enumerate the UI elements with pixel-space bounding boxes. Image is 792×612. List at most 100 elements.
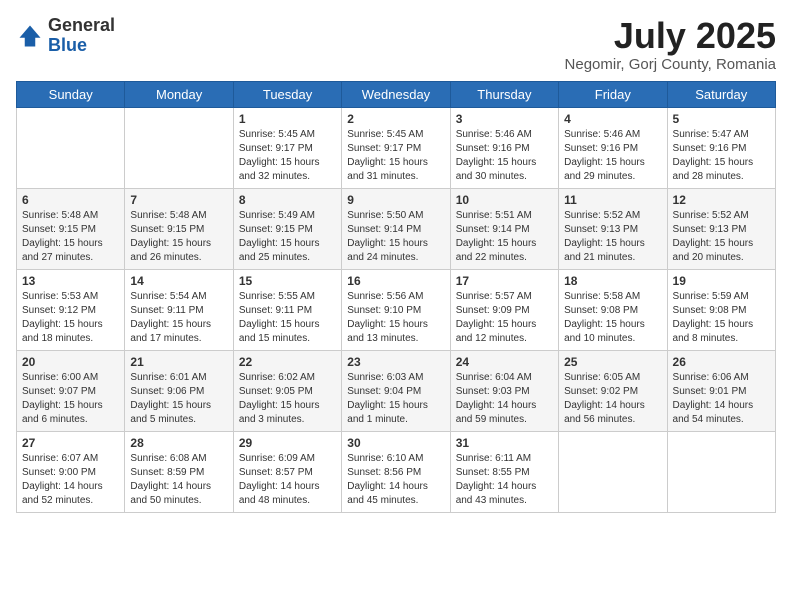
day-number: 23 bbox=[347, 355, 444, 369]
calendar-cell: 1Sunrise: 5:45 AM Sunset: 9:17 PM Daylig… bbox=[233, 107, 341, 188]
calendar-cell: 19 Sunrise: 5:59 AM Sunset: 9:08 PM Dayli… bbox=[667, 269, 775, 350]
day-number: 8 bbox=[239, 193, 336, 207]
day-content: Sunrise: 6:00 AM Sunset: 9:07 PM Dayligh… bbox=[22, 371, 119, 427]
calendar-cell: 31Sunrise: 6:11 AM Sunset: 8:55 PM Dayli… bbox=[450, 431, 558, 512]
weekday-header-sunday: Sunday bbox=[17, 81, 125, 107]
weekday-row: SundayMondayTuesdayWednesdayThursdayFrid… bbox=[17, 81, 776, 107]
day-number: 7 bbox=[130, 193, 227, 207]
logo-general-text: General bbox=[48, 16, 115, 36]
calendar-cell bbox=[17, 107, 125, 188]
day-number: 4 bbox=[564, 112, 661, 126]
day-content: Sunrise: 6:04 AM Sunset: 9:03 PM Dayligh… bbox=[456, 371, 553, 427]
weekday-header-friday: Friday bbox=[559, 81, 667, 107]
day-content: Sunrise: 5:46 AM Sunset: 9:16 PM Dayligh… bbox=[456, 128, 553, 184]
calendar-cell: 26 Sunrise: 6:06 AM Sunset: 9:01 PM Dayli… bbox=[667, 350, 775, 431]
day-content: Sunrise: 5:45 AM Sunset: 9:17 PM Dayligh… bbox=[239, 128, 336, 184]
day-content: Sunrise: 6:10 AM Sunset: 8:56 PM Dayligh… bbox=[347, 452, 444, 508]
calendar-cell bbox=[125, 107, 233, 188]
day-number: 19 bbox=[673, 274, 770, 288]
calendar-cell: 10 Sunrise: 5:51 AM Sunset: 9:14 PM Dayli… bbox=[450, 188, 558, 269]
weekday-header-wednesday: Wednesday bbox=[342, 81, 450, 107]
day-number: 18 bbox=[564, 274, 661, 288]
calendar-cell: 8 Sunrise: 5:49 AM Sunset: 9:15 PM Daylig… bbox=[233, 188, 341, 269]
weekday-header-saturday: Saturday bbox=[667, 81, 775, 107]
day-content: Sunrise: 5:58 AM Sunset: 9:08 PM Dayligh… bbox=[564, 290, 661, 346]
calendar-header: SundayMondayTuesdayWednesdayThursdayFrid… bbox=[17, 81, 776, 107]
calendar-cell: 15 Sunrise: 5:55 AM Sunset: 9:11 PM Dayli… bbox=[233, 269, 341, 350]
day-number: 24 bbox=[456, 355, 553, 369]
weekday-header-monday: Monday bbox=[125, 81, 233, 107]
day-number: 25 bbox=[564, 355, 661, 369]
calendar-week-4: 20 Sunrise: 6:00 AM Sunset: 9:07 PM Dayli… bbox=[17, 350, 776, 431]
day-number: 30 bbox=[347, 436, 444, 450]
calendar-cell: 5 Sunrise: 5:47 AM Sunset: 9:16 PM Daylig… bbox=[667, 107, 775, 188]
day-content: Sunrise: 6:06 AM Sunset: 9:01 PM Dayligh… bbox=[673, 371, 770, 427]
day-number: 16 bbox=[347, 274, 444, 288]
calendar-cell: 14Sunrise: 5:54 AM Sunset: 9:11 PM Dayli… bbox=[125, 269, 233, 350]
day-content: Sunrise: 5:49 AM Sunset: 9:15 PM Dayligh… bbox=[239, 209, 336, 265]
day-number: 6 bbox=[22, 193, 119, 207]
day-content: Sunrise: 6:03 AM Sunset: 9:04 PM Dayligh… bbox=[347, 371, 444, 427]
day-number: 2 bbox=[347, 112, 444, 126]
calendar-cell: 30 Sunrise: 6:10 AM Sunset: 8:56 PM Dayli… bbox=[342, 431, 450, 512]
day-content: Sunrise: 6:02 AM Sunset: 9:05 PM Dayligh… bbox=[239, 371, 336, 427]
day-content: Sunrise: 5:51 AM Sunset: 9:14 PM Dayligh… bbox=[456, 209, 553, 265]
calendar-cell: 20 Sunrise: 6:00 AM Sunset: 9:07 PM Dayli… bbox=[17, 350, 125, 431]
day-content: Sunrise: 6:01 AM Sunset: 9:06 PM Dayligh… bbox=[130, 371, 227, 427]
day-content: Sunrise: 5:59 AM Sunset: 9:08 PM Dayligh… bbox=[673, 290, 770, 346]
calendar-cell: 6 Sunrise: 5:48 AM Sunset: 9:15 PM Daylig… bbox=[17, 188, 125, 269]
calendar-cell: 29Sunrise: 6:09 AM Sunset: 8:57 PM Dayli… bbox=[233, 431, 341, 512]
day-content: Sunrise: 5:55 AM Sunset: 9:11 PM Dayligh… bbox=[239, 290, 336, 346]
logo-icon bbox=[16, 22, 44, 50]
calendar-cell: 18 Sunrise: 5:58 AM Sunset: 9:08 PM Dayli… bbox=[559, 269, 667, 350]
day-content: Sunrise: 6:11 AM Sunset: 8:55 PM Dayligh… bbox=[456, 452, 553, 508]
calendar-cell: 22Sunrise: 6:02 AM Sunset: 9:05 PM Dayli… bbox=[233, 350, 341, 431]
day-number: 14 bbox=[130, 274, 227, 288]
day-number: 26 bbox=[673, 355, 770, 369]
day-content: Sunrise: 5:50 AM Sunset: 9:14 PM Dayligh… bbox=[347, 209, 444, 265]
calendar-cell: 12 Sunrise: 5:52 AM Sunset: 9:13 PM Dayli… bbox=[667, 188, 775, 269]
day-number: 11 bbox=[564, 193, 661, 207]
day-number: 12 bbox=[673, 193, 770, 207]
day-content: Sunrise: 6:07 AM Sunset: 9:00 PM Dayligh… bbox=[22, 452, 119, 508]
calendar-cell bbox=[667, 431, 775, 512]
calendar-cell: 7 Sunrise: 5:48 AM Sunset: 9:15 PM Daylig… bbox=[125, 188, 233, 269]
day-content: Sunrise: 5:48 AM Sunset: 9:15 PM Dayligh… bbox=[22, 209, 119, 265]
day-number: 20 bbox=[22, 355, 119, 369]
day-number: 10 bbox=[456, 193, 553, 207]
day-content: Sunrise: 5:52 AM Sunset: 9:13 PM Dayligh… bbox=[673, 209, 770, 265]
day-number: 15 bbox=[239, 274, 336, 288]
day-number: 27 bbox=[22, 436, 119, 450]
day-number: 21 bbox=[130, 355, 227, 369]
day-number: 29 bbox=[239, 436, 336, 450]
day-content: Sunrise: 5:56 AM Sunset: 9:10 PM Dayligh… bbox=[347, 290, 444, 346]
day-content: Sunrise: 6:08 AM Sunset: 8:59 PM Dayligh… bbox=[130, 452, 227, 508]
logo-blue-text: Blue bbox=[48, 36, 115, 56]
month-year-title: July 2025 bbox=[565, 16, 776, 56]
day-number: 5 bbox=[673, 112, 770, 126]
calendar-body: 1Sunrise: 5:45 AM Sunset: 9:17 PM Daylig… bbox=[17, 107, 776, 512]
title-block: July 2025 Negomir, Gorj County, Romania bbox=[565, 16, 776, 73]
day-content: Sunrise: 5:45 AM Sunset: 9:17 PM Dayligh… bbox=[347, 128, 444, 184]
day-content: Sunrise: 6:05 AM Sunset: 9:02 PM Dayligh… bbox=[564, 371, 661, 427]
day-number: 9 bbox=[347, 193, 444, 207]
calendar-cell: 27 Sunrise: 6:07 AM Sunset: 9:00 PM Dayli… bbox=[17, 431, 125, 512]
calendar-week-2: 6 Sunrise: 5:48 AM Sunset: 9:15 PM Daylig… bbox=[17, 188, 776, 269]
day-content: Sunrise: 5:46 AM Sunset: 9:16 PM Dayligh… bbox=[564, 128, 661, 184]
calendar-table: SundayMondayTuesdayWednesdayThursdayFrid… bbox=[16, 81, 776, 513]
day-number: 13 bbox=[22, 274, 119, 288]
day-content: Sunrise: 5:52 AM Sunset: 9:13 PM Dayligh… bbox=[564, 209, 661, 265]
day-content: Sunrise: 5:47 AM Sunset: 9:16 PM Dayligh… bbox=[673, 128, 770, 184]
calendar-cell: 17Sunrise: 5:57 AM Sunset: 9:09 PM Dayli… bbox=[450, 269, 558, 350]
page-header: General Blue July 2025 Negomir, Gorj Cou… bbox=[16, 16, 776, 73]
calendar-cell: 3Sunrise: 5:46 AM Sunset: 9:16 PM Daylig… bbox=[450, 107, 558, 188]
calendar-cell: 21 Sunrise: 6:01 AM Sunset: 9:06 PM Dayli… bbox=[125, 350, 233, 431]
calendar-cell: 4 Sunrise: 5:46 AM Sunset: 9:16 PM Daylig… bbox=[559, 107, 667, 188]
calendar-week-1: 1Sunrise: 5:45 AM Sunset: 9:17 PM Daylig… bbox=[17, 107, 776, 188]
day-content: Sunrise: 5:48 AM Sunset: 9:15 PM Dayligh… bbox=[130, 209, 227, 265]
calendar-cell: 25 Sunrise: 6:05 AM Sunset: 9:02 PM Dayli… bbox=[559, 350, 667, 431]
calendar-cell: 16 Sunrise: 5:56 AM Sunset: 9:10 PM Dayli… bbox=[342, 269, 450, 350]
calendar-cell: 2 Sunrise: 5:45 AM Sunset: 9:17 PM Daylig… bbox=[342, 107, 450, 188]
calendar-cell: 11 Sunrise: 5:52 AM Sunset: 9:13 PM Dayli… bbox=[559, 188, 667, 269]
day-number: 17 bbox=[456, 274, 553, 288]
